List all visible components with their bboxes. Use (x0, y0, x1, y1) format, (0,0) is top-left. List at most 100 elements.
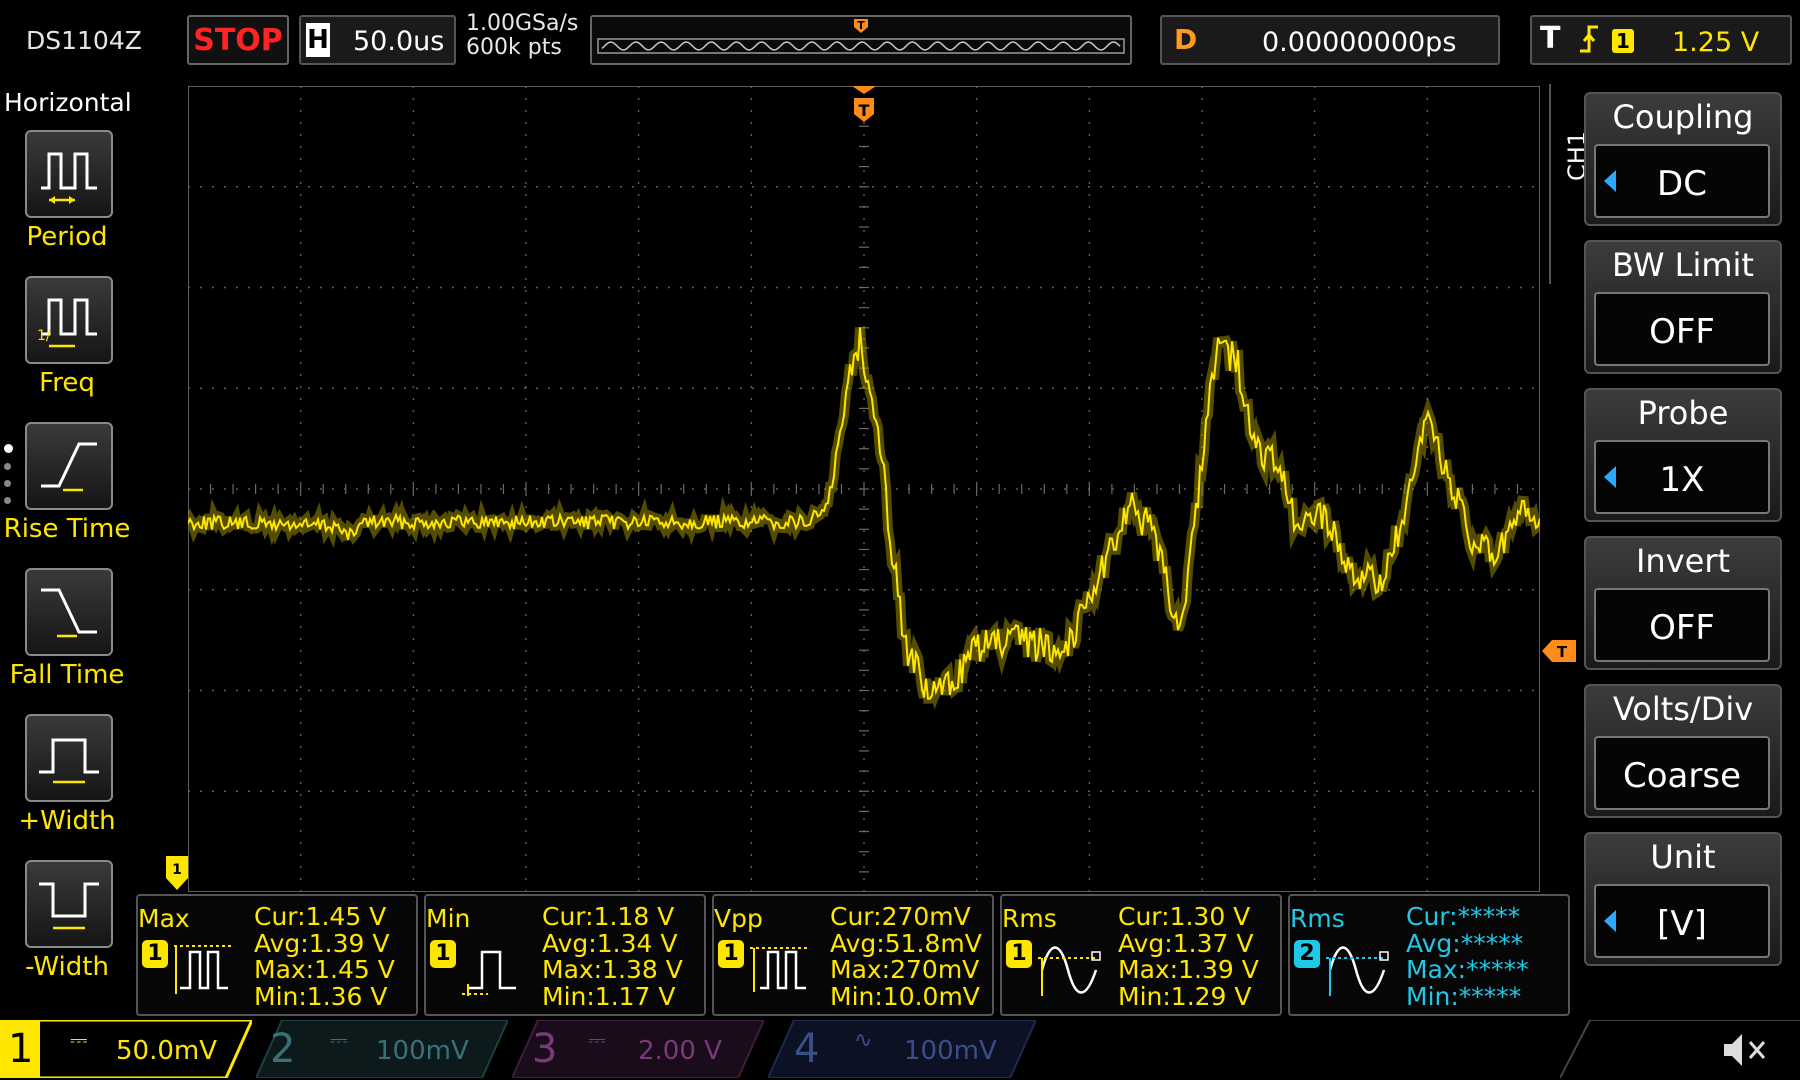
graticule (188, 86, 1540, 892)
unit-value: [V] (1657, 904, 1707, 944)
coupling-value-box: DC (1594, 144, 1770, 218)
svg-text:T: T (857, 19, 865, 32)
trigger-source: 1 (1612, 29, 1634, 53)
measurement-max-value: Max:1.39 V (1118, 955, 1259, 984)
channel-tab: CH1 (1548, 84, 1591, 284)
trigger-box[interactable]: T 1 1.25 V (1530, 15, 1792, 65)
probe-value: 1X (1659, 460, 1705, 500)
measurement-rms-ch2[interactable]: Rms 2 Cur:***** Avg:***** Max:***** Min:… (1288, 894, 1570, 1016)
fall-time-button[interactable] (25, 568, 113, 656)
rms-icon (1038, 946, 1101, 996)
timebase-value: 50.0us (353, 26, 445, 57)
ch2-dc-coupling-icon: ⎓ (330, 1028, 348, 1053)
measurement-min[interactable]: Min 1 Cur:1.18 V Avg:1.34 V Max:1.38 V M… (424, 894, 706, 1016)
measurement-values: Cur:270mV Avg:51.8mV Max:270mV Min:10.0m… (830, 902, 982, 1010)
negative-width-button[interactable] (25, 860, 113, 948)
min-icon (462, 950, 516, 996)
measurement-values: Cur:1.45 V Avg:1.39 V Max:1.45 V Min:1.3… (254, 903, 395, 1011)
period-icon (41, 152, 97, 204)
measurement-min-value: Min:1.36 V (254, 981, 388, 1011)
ch4-number: 4 (794, 1026, 820, 1072)
measurement-cur: Cur:1.30 V (1118, 902, 1251, 931)
measurement-avg: Avg:1.39 V (254, 928, 390, 958)
period-label: Period (26, 222, 108, 252)
probe-button[interactable]: Probe 1X (1584, 388, 1782, 522)
measurement-results: Max 1 Cur:1.45 V Avg:1.39 V Max:1.45 V M… (136, 894, 1572, 1018)
waveform-display[interactable] (188, 86, 1540, 892)
measurement-cur: Cur:270mV (830, 902, 971, 931)
measurement-name: Min (426, 904, 471, 933)
volts-div-button[interactable]: Volts/Div Coarse (1584, 684, 1782, 818)
measurement-vpp[interactable]: Vpp 1 Cur:270mV Avg:51.8mV Max:270mV Min… (712, 894, 994, 1016)
measurement-avg: Avg:1.37 V (1118, 928, 1254, 958)
measurement-name: Rms (1290, 904, 1345, 933)
unit-label: Unit (1650, 838, 1716, 876)
measurement-values: Cur:1.30 V Avg:1.37 V Max:1.39 V Min:1.2… (1118, 902, 1259, 1011)
menu-title: Horizontal (4, 88, 132, 117)
invert-value: OFF (1649, 608, 1715, 648)
ch4-scale: 100mV (904, 1036, 997, 1066)
measurement-channel: 2 (1294, 940, 1320, 968)
ch1-scale: 50.0mV (116, 1036, 218, 1066)
measurement-avg: Avg:1.34 V (542, 928, 678, 958)
measurement-min-value: Min:1.17 V (542, 981, 676, 1011)
svg-text:1: 1 (172, 862, 182, 878)
measurement-max-value: Max:270mV (830, 955, 980, 984)
ch4-tab[interactable]: 4 ∿ 100mV (768, 1020, 1036, 1078)
invert-label: Invert (1635, 542, 1731, 580)
measurement-min-value: Min:1.29 V (1118, 981, 1252, 1011)
rise-time-icon (41, 442, 97, 492)
rise-time-button[interactable] (25, 422, 113, 510)
delay-box[interactable]: D 0.00000000ps (1160, 15, 1500, 65)
run-stop-indicator[interactable]: STOP (187, 15, 289, 65)
ch1-tab[interactable]: 1 ⎓ 50.0mV (0, 1020, 252, 1078)
measurement-name: Max (138, 904, 190, 933)
ch3-tab[interactable]: 3 ⎓ 2.00 V (512, 1020, 764, 1078)
channel-status-bar: 1 ⎓ 50.0mV 2 ⎓ 100mV 3 ⎓ 2.00 V 4 ∿ 100m… (0, 1018, 1800, 1080)
timebase-label: H (306, 23, 330, 57)
measurement-values: Cur:***** Avg:***** Max:***** Min:***** (1406, 902, 1529, 1010)
negative-width-icon (39, 882, 99, 930)
measurement-rms-ch1[interactable]: Rms 1 Cur:1.30 V Avg:1.37 V Max:1.39 V M… (1000, 894, 1282, 1016)
timebase-box[interactable]: H 50.0us (299, 15, 456, 65)
measurement-channel: 1 (430, 940, 456, 968)
measurement-values: Cur:1.18 V Avg:1.34 V Max:1.38 V Min:1.1… (542, 902, 683, 1011)
measurement-avg: Avg:***** (1406, 928, 1524, 958)
period-button[interactable] (25, 130, 113, 218)
trigger-position-icon[interactable]: T (852, 86, 876, 126)
positive-width-button[interactable] (25, 714, 113, 802)
measurement-cur: Cur:***** (1406, 902, 1521, 931)
bw-limit-button[interactable]: BW Limit OFF (1584, 240, 1782, 374)
measurement-channel: 1 (142, 940, 168, 968)
measurement-max-value: Max:***** (1406, 955, 1529, 984)
ch1-offset-marker-icon[interactable]: 1 (166, 856, 188, 890)
sample-rate: 1.00GSa/s (466, 11, 579, 36)
delay-value: 0.00000000ps (1262, 27, 1457, 58)
waveform-overview[interactable]: T (590, 15, 1132, 65)
coupling-value: DC (1657, 164, 1707, 204)
max-icon (174, 945, 234, 994)
measurement-cur: Cur:1.18 V (542, 902, 675, 931)
top-status-bar: DS1104Z STOP H 50.0us 1.00GSa/s 600k pts… (0, 0, 1800, 82)
overview-trigger-icon: T (854, 19, 868, 33)
rising-edge-icon (1576, 21, 1602, 69)
volts-div-label: Volts/Div (1612, 690, 1754, 728)
freq-button[interactable]: 1/ (25, 276, 113, 364)
invert-button[interactable]: Invert OFF (1584, 536, 1782, 670)
ch1-waveform-envelope (188, 326, 1540, 710)
acquisition-info: 1.00GSa/s 600k pts (466, 12, 578, 60)
coupling-button[interactable]: Coupling DC (1584, 92, 1782, 226)
bw-limit-value-box: OFF (1594, 292, 1770, 366)
measurement-name: Rms (1002, 904, 1057, 933)
memory-depth: 600k pts (466, 35, 562, 60)
ch2-tab[interactable]: 2 ⎓ 100mV (256, 1020, 508, 1078)
invert-value-box: OFF (1594, 588, 1770, 662)
ch2-number: 2 (270, 1026, 296, 1072)
positive-width-label: +Width (18, 806, 116, 836)
rise-time-label: Rise Time (3, 514, 131, 544)
positive-width-icon (39, 738, 99, 784)
unit-button[interactable]: Unit [V] (1584, 832, 1782, 966)
fall-time-label: Fall Time (9, 660, 125, 690)
measurement-max[interactable]: Max 1 Cur:1.45 V Avg:1.39 V Max:1.45 V M… (136, 894, 418, 1016)
ch3-number: 3 (532, 1026, 558, 1072)
